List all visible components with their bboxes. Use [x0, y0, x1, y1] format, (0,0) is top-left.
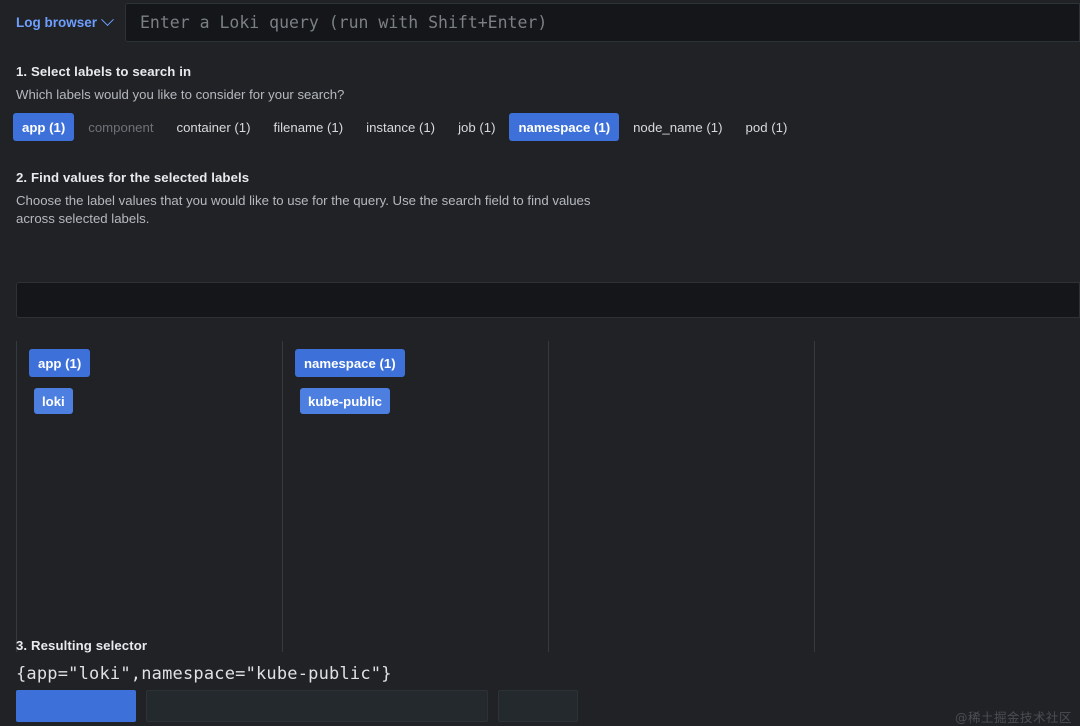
section-select-labels: 1. Select labels to search in Which labe…	[16, 64, 344, 104]
log-browser-label: Log browser	[16, 0, 97, 45]
loki-query-input[interactable]	[125, 3, 1080, 42]
value-search-input[interactable]	[16, 282, 1080, 318]
label-chip-component[interactable]: component	[79, 113, 162, 141]
label-chip-app[interactable]: app (1)	[13, 113, 74, 141]
label-chip-namespace[interactable]: namespace (1)	[509, 113, 619, 141]
label-chip-row: app (1) component container (1) filename…	[13, 113, 801, 141]
value-column-namespace: namespace (1) kube-public	[282, 341, 548, 652]
section-find-values: 2. Find values for the selected labels C…	[16, 170, 616, 228]
section2-title: 2. Find values for the selected labels	[16, 170, 616, 185]
section1-description: Which labels would you like to consider …	[16, 86, 344, 104]
value-column-app: app (1) loki	[16, 341, 282, 652]
label-chip-instance[interactable]: instance (1)	[357, 113, 444, 141]
value-chip-kube-public[interactable]: kube-public	[300, 388, 390, 414]
value-list-app: loki	[29, 388, 282, 420]
label-chip-job[interactable]: job (1)	[449, 113, 504, 141]
value-column-header-app[interactable]: app (1)	[29, 349, 90, 377]
value-columns: app (1) loki namespace (1) kube-public	[16, 341, 1080, 652]
query-bar: Log browser	[0, 0, 1080, 45]
section1-title: 1. Select labels to search in	[16, 64, 344, 79]
value-column-empty-1	[548, 341, 814, 652]
section2-description: Choose the label values that you would l…	[16, 192, 616, 228]
label-chip-node-name[interactable]: node_name (1)	[624, 113, 731, 141]
log-browser-panel: 1. Select labels to search in Which labe…	[0, 45, 1080, 698]
value-column-empty-2	[814, 341, 1080, 652]
clear-button[interactable]	[498, 690, 578, 722]
section3-title: 3. Resulting selector	[16, 638, 392, 653]
action-button-row	[16, 690, 578, 722]
resulting-selector-text: {app="loki",namespace="kube-public"}	[16, 664, 392, 684]
label-chip-pod[interactable]: pod (1)	[737, 113, 797, 141]
value-chip-loki[interactable]: loki	[34, 388, 73, 414]
label-chip-container[interactable]: container (1)	[167, 113, 259, 141]
show-logs-button[interactable]	[16, 690, 136, 722]
log-browser-dropdown-button[interactable]: Log browser	[0, 0, 126, 45]
value-column-header-namespace[interactable]: namespace (1)	[295, 349, 405, 377]
label-chip-filename[interactable]: filename (1)	[265, 113, 353, 141]
section-resulting-selector: 3. Resulting selector {app="loki",namesp…	[16, 638, 392, 684]
chevron-down-icon	[101, 13, 114, 26]
watermark: @稀土掘金技术社区	[955, 707, 1072, 726]
value-list-namespace: kube-public	[295, 388, 548, 420]
secondary-action-button[interactable]	[146, 690, 488, 722]
